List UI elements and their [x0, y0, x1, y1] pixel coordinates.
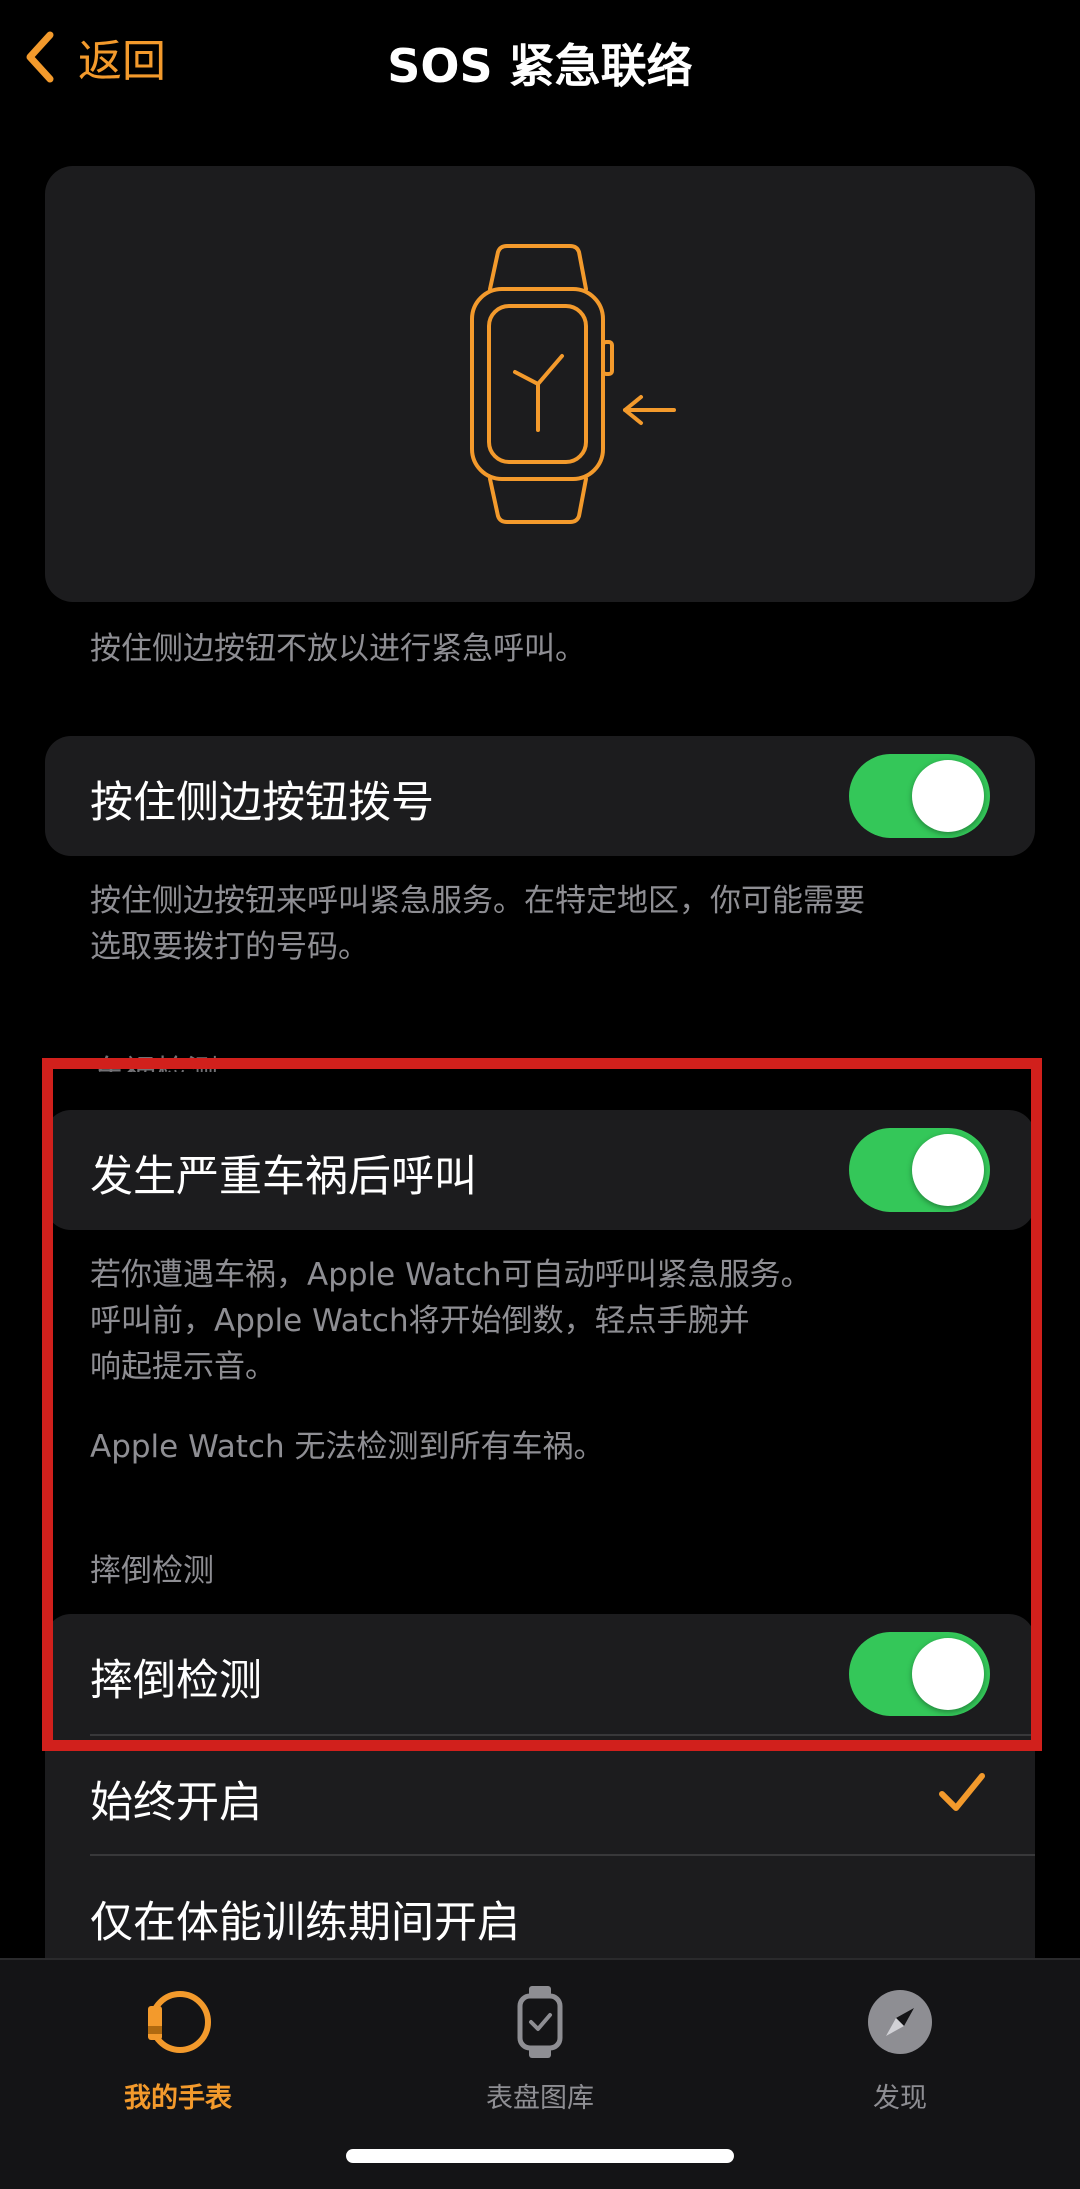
tab-my-watch[interactable]: 我的手表 — [48, 1982, 308, 2115]
tab-discover[interactable]: 发现 — [770, 1982, 1030, 2115]
side-button-footer: 按住侧边按钮来呼叫紧急服务。在特定地区，你可能需要 选取要拨打的号码。 — [90, 878, 865, 970]
side-button-footer-line1: 按住侧边按钮来呼叫紧急服务。在特定地区，你可能需要 — [90, 883, 865, 919]
tab-label: 我的手表 — [124, 2083, 232, 2114]
crash-detection-toggle[interactable] — [849, 1128, 990, 1212]
toggle-knob — [912, 760, 984, 832]
option-label: 始终开启 — [90, 1778, 262, 1828]
toggle-knob — [912, 1638, 984, 1710]
fall-detection-label: 摔倒检测 — [90, 1656, 262, 1706]
crash-detection-note: Apple Watch 无法检测到所有车祸。 — [90, 1429, 605, 1465]
tab-label: 表盘图库 — [486, 2083, 594, 2114]
watch-gallery-icon — [517, 1986, 563, 2058]
side-button-call-cell: 按住侧边按钮拨号 — [45, 736, 1035, 856]
toggle-knob — [912, 1134, 984, 1206]
fall-option-always-on[interactable]: 始终开启 — [45, 1736, 1035, 1856]
crash-detection-label: 发生严重车祸后呼叫 — [90, 1152, 477, 1202]
crash-footer-line2: 呼叫前，Apple Watch将开始倒数，轻点手腕并 — [90, 1303, 750, 1339]
side-button-footer-line2: 选取要拨打的号码。 — [90, 929, 369, 965]
fall-detection-toggle[interactable] — [849, 1632, 990, 1716]
side-button-call-toggle[interactable] — [849, 754, 990, 838]
crash-detection-footer: 若你遭遇车祸，Apple Watch可自动呼叫紧急服务。 呼叫前，Apple W… — [90, 1252, 812, 1390]
crash-detection-header: 车祸检测 — [94, 1054, 218, 1072]
hero-caption: 按住侧边按钮不放以进行紧急呼叫。 — [90, 631, 586, 667]
option-label: 仅在体能训练期间开启 — [90, 1898, 520, 1948]
watch-face-icon — [148, 1991, 211, 2053]
checkmark-icon — [939, 1773, 985, 1811]
tab-label: 发现 — [873, 2083, 927, 2114]
tab-bar: 我的手表 表盘图库 发现 — [0, 1958, 1080, 2189]
side-button-call-label: 按住侧边按钮拨号 — [90, 778, 434, 828]
fall-detection-header: 摔倒检测 — [90, 1553, 214, 1589]
crash-footer-line1: 若你遭遇车祸，Apple Watch可自动呼叫紧急服务。 — [90, 1257, 812, 1293]
crash-footer-line3: 响起提示音。 — [90, 1349, 276, 1385]
crash-detection-cell: 发生严重车祸后呼叫 — [45, 1110, 1035, 1230]
watch-illustration-card — [45, 166, 1035, 602]
apple-watch-side-button-icon — [470, 244, 676, 524]
home-indicator — [346, 2149, 734, 2163]
navigation-bar: 返回 SOS 紧急联络 — [0, 0, 1080, 120]
tab-face-gallery[interactable]: 表盘图库 — [410, 1982, 670, 2115]
compass-icon — [868, 1990, 932, 2054]
page-title: SOS 紧急联络 — [387, 39, 693, 93]
